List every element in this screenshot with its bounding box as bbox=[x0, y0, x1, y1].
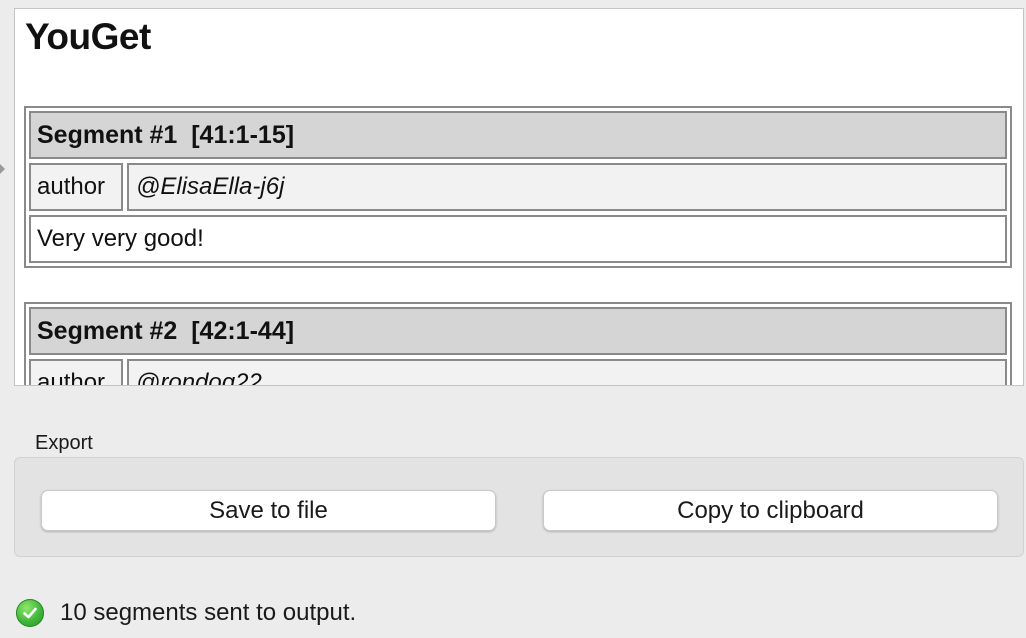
segment-author-key: author bbox=[29, 359, 123, 385]
segment-header: Segment #1 [41:1-15] bbox=[29, 111, 1007, 159]
export-section-label: Export bbox=[35, 432, 93, 454]
output-preview-panel[interactable]: YouGet Segment #1 [41:1-15] author @Elis… bbox=[14, 8, 1024, 386]
check-circle-icon bbox=[16, 599, 44, 627]
segment-author-row: author @ElisaElla-j6j bbox=[29, 163, 1007, 211]
segment-card: Segment #1 [41:1-15] author @ElisaElla-j… bbox=[24, 106, 1012, 268]
status-message: 10 segments sent to output. bbox=[60, 599, 357, 626]
segment-author-row: author @rondog22 bbox=[29, 359, 1007, 385]
save-to-file-button[interactable]: Save to file bbox=[41, 490, 496, 531]
status-bar: 10 segments sent to output. bbox=[16, 596, 356, 630]
segment-header: Segment #2 [42:1-44] bbox=[29, 307, 1007, 355]
segment-text: Very very good! bbox=[29, 215, 1007, 263]
segment-author-value: @rondog22 bbox=[127, 359, 1007, 385]
export-group: Save to file Copy to clipboard bbox=[14, 457, 1024, 557]
preview-title: YouGet bbox=[25, 16, 151, 57]
segment-author-value: @ElisaElla-j6j bbox=[127, 163, 1007, 211]
splitter-handle-arrow[interactable] bbox=[0, 164, 5, 174]
segment-author-key: author bbox=[29, 163, 123, 211]
copy-to-clipboard-button[interactable]: Copy to clipboard bbox=[543, 490, 998, 531]
segment-card: Segment #2 [42:1-44] author @rondog22 bbox=[24, 302, 1012, 385]
